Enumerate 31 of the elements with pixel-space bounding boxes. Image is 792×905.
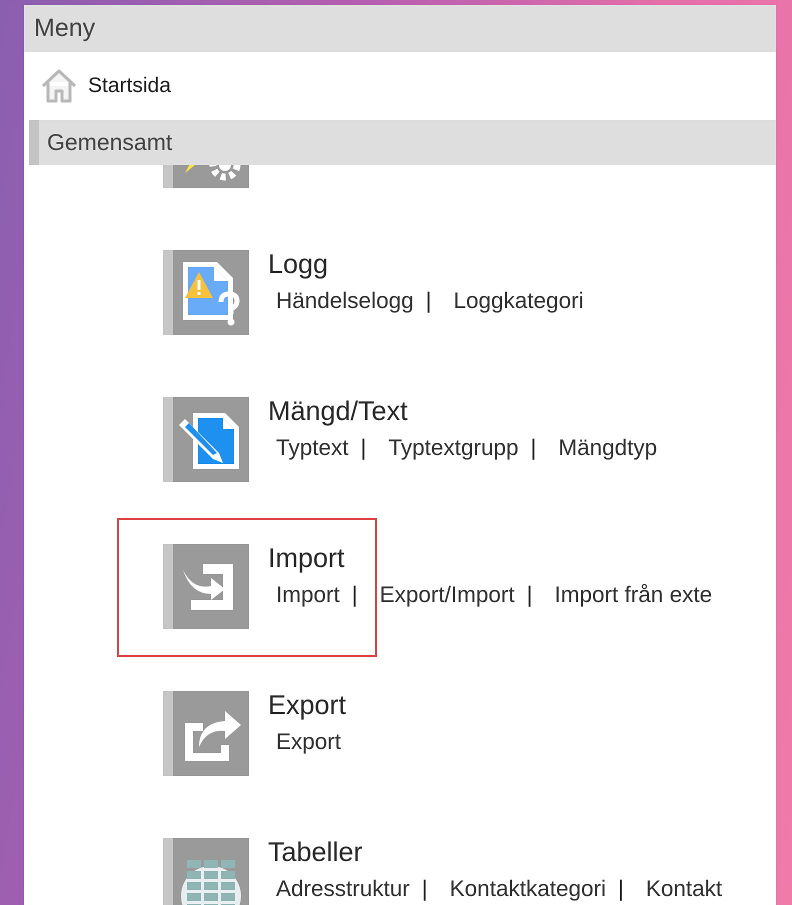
table-icon[interactable]	[163, 838, 249, 905]
menu-link[interactable]: Export/Import	[380, 582, 515, 608]
warning-document-icon[interactable]	[163, 250, 249, 335]
menu-link[interactable]: Adresstruktur	[276, 876, 410, 902]
menu-link[interactable]: Kontaktkategori	[450, 876, 606, 902]
section-title: Gemensamt	[47, 129, 172, 156]
home-icon	[40, 68, 78, 104]
group-title: Export	[268, 689, 346, 721]
group-title: Import	[268, 542, 346, 574]
link-separator: |	[526, 582, 534, 608]
link-separator: |	[530, 435, 538, 461]
menu-link[interactable]: Händelselogg	[276, 288, 414, 314]
link-separator: |	[352, 582, 359, 608]
link-separator: |	[426, 288, 432, 314]
link-separator: |	[618, 876, 625, 902]
menu-link[interactable]: Kontakt	[646, 876, 722, 902]
menu-link[interactable]: Import	[276, 582, 340, 608]
menu-link[interactable]: Import från exte	[554, 582, 712, 608]
link-separator: |	[360, 435, 368, 461]
menu-link[interactable]: Export	[276, 729, 342, 755]
home-link[interactable]: Startsida	[24, 52, 776, 120]
group-title: Mängd/Text	[268, 395, 409, 427]
edit-document-icon[interactable]	[163, 397, 249, 482]
link-separator: |	[422, 876, 429, 902]
menu-title: Meny	[34, 14, 96, 43]
group-title: Logg	[268, 248, 330, 280]
menu-link[interactable]: Typtext	[276, 435, 349, 461]
menu-link[interactable]: Loggkategori	[453, 288, 584, 314]
menu-link[interactable]: Typtextgrupp	[388, 435, 518, 461]
group-title: Tabeller	[268, 836, 364, 868]
menu-link[interactable]: Mängdtyp	[558, 435, 658, 461]
